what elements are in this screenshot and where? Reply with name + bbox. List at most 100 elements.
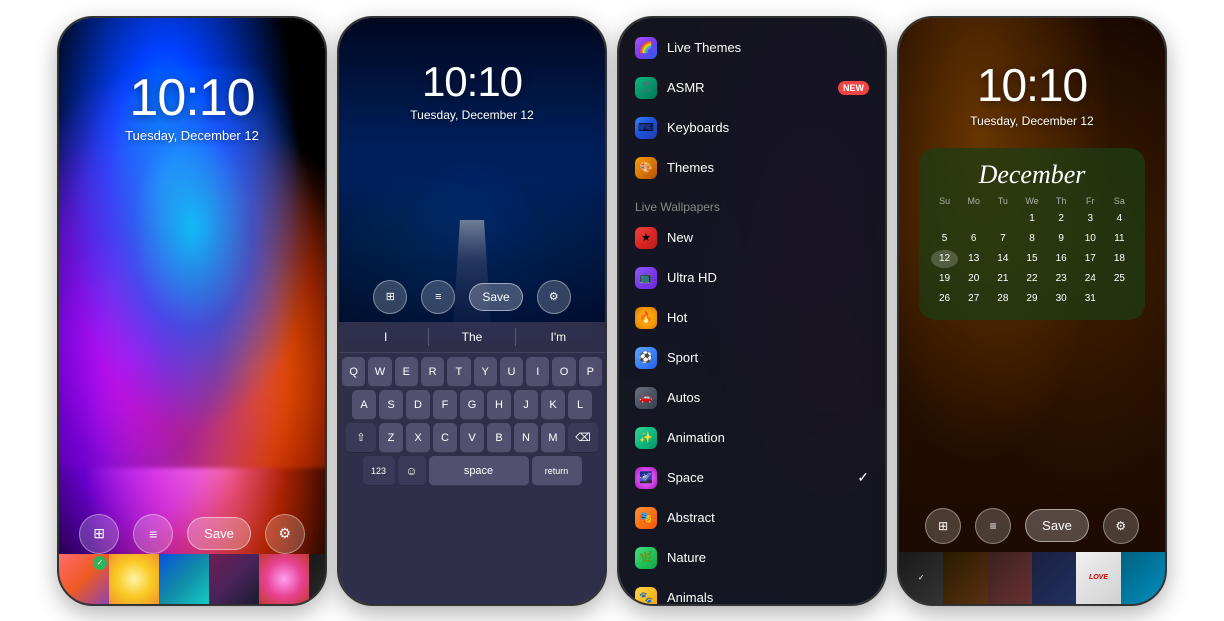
day-16[interactable]: 16 — [1048, 250, 1075, 268]
day-24[interactable]: 24 — [1077, 270, 1104, 288]
day-1[interactable]: 1 — [1018, 210, 1045, 228]
key-z[interactable]: Z — [379, 423, 403, 453]
day-19[interactable]: 19 — [931, 270, 958, 288]
day-7[interactable]: 7 — [989, 230, 1016, 248]
day-5[interactable]: 5 — [931, 230, 958, 248]
key-d[interactable]: D — [406, 390, 430, 420]
key-w[interactable]: W — [368, 357, 391, 387]
day-31[interactable]: 31 — [1077, 290, 1104, 308]
save-button-1[interactable]: Save — [187, 517, 251, 550]
key-a[interactable]: A — [352, 390, 376, 420]
s4-thumb-6[interactable] — [1121, 552, 1165, 604]
list-icon-2[interactable]: ≡ — [421, 280, 455, 314]
suggestion-1[interactable]: I — [343, 328, 428, 346]
grid-icon[interactable]: ⊞ — [79, 514, 119, 554]
gear-icon-4[interactable]: ⚙ — [1103, 508, 1139, 544]
day-18[interactable]: 18 — [1106, 250, 1133, 268]
key-123[interactable]: 123 — [363, 456, 395, 486]
key-m[interactable]: M — [541, 423, 565, 453]
menu-item-space[interactable]: 🌌 Space ✓ — [619, 458, 885, 498]
menu-item-ultrahd[interactable]: 📺 Ultra HD — [619, 258, 885, 298]
day-11[interactable]: 11 — [1106, 230, 1133, 248]
day-3[interactable]: 3 — [1077, 210, 1104, 228]
save-button-2[interactable]: Save — [469, 283, 522, 311]
key-h[interactable]: H — [487, 390, 511, 420]
day-23[interactable]: 23 — [1048, 270, 1075, 288]
list-icon-4[interactable]: ≡ — [975, 508, 1011, 544]
day-30[interactable]: 30 — [1048, 290, 1075, 308]
key-b[interactable]: B — [487, 423, 511, 453]
menu-item-nature[interactable]: 🌿 Nature — [619, 538, 885, 578]
menu-item-animals[interactable]: 🐾 Animals — [619, 578, 885, 606]
key-o[interactable]: O — [552, 357, 575, 387]
day-28[interactable]: 28 — [989, 290, 1016, 308]
grid-icon-2[interactable]: ⊞ — [373, 280, 407, 314]
thumbnail-1[interactable]: ✓ — [59, 554, 109, 604]
s4-thumb-4[interactable] — [1032, 552, 1076, 604]
menu-item-themes[interactable]: 🎨 Themes — [619, 148, 885, 188]
menu-item-animation[interactable]: ✨ Animation — [619, 418, 885, 458]
menu-item-hot[interactable]: 🔥 Hot — [619, 298, 885, 338]
day-20[interactable]: 20 — [960, 270, 987, 288]
key-t[interactable]: T — [447, 357, 470, 387]
key-k[interactable]: K — [541, 390, 565, 420]
menu-item-asmr[interactable]: 🎵 ASMR NEW — [619, 68, 885, 108]
key-g[interactable]: G — [460, 390, 484, 420]
day-2[interactable]: 2 — [1048, 210, 1075, 228]
day-13[interactable]: 13 — [960, 250, 987, 268]
key-shift[interactable]: ⇧ — [346, 423, 376, 453]
key-e[interactable]: E — [395, 357, 418, 387]
s4-thumb-5[interactable]: LOVE — [1076, 552, 1120, 604]
key-s[interactable]: S — [379, 390, 403, 420]
menu-item-new[interactable]: ★ New — [619, 218, 885, 258]
thumbnail-4[interactable] — [209, 554, 259, 604]
key-x[interactable]: X — [406, 423, 430, 453]
gear-icon-2[interactable]: ⚙ — [537, 280, 571, 314]
key-c[interactable]: C — [433, 423, 457, 453]
day-8[interactable]: 8 — [1018, 230, 1045, 248]
gear-icon[interactable]: ⚙ — [265, 514, 305, 554]
s4-thumb-3[interactable] — [988, 552, 1032, 604]
key-j[interactable]: J — [514, 390, 538, 420]
key-f[interactable]: F — [433, 390, 457, 420]
key-l[interactable]: L — [568, 390, 592, 420]
key-space[interactable]: space — [429, 456, 529, 486]
day-9[interactable]: 9 — [1048, 230, 1075, 248]
key-y[interactable]: Y — [474, 357, 497, 387]
save-button-4[interactable]: Save — [1025, 509, 1089, 542]
menu-item-live-themes[interactable]: 🌈 Live Themes — [619, 28, 885, 68]
day-17[interactable]: 17 — [1077, 250, 1104, 268]
day-15[interactable]: 15 — [1018, 250, 1045, 268]
day-12[interactable]: 12 — [931, 250, 958, 268]
s4-thumb-2[interactable] — [943, 552, 987, 604]
day-29[interactable]: 29 — [1018, 290, 1045, 308]
thumbnail-2[interactable] — [109, 554, 159, 604]
key-v[interactable]: V — [460, 423, 484, 453]
list-icon[interactable]: ≡ — [133, 514, 173, 554]
key-n[interactable]: N — [514, 423, 538, 453]
day-10[interactable]: 10 — [1077, 230, 1104, 248]
day-6[interactable]: 6 — [960, 230, 987, 248]
thumbnail-5[interactable] — [259, 554, 309, 604]
menu-item-sport[interactable]: ⚽ Sport — [619, 338, 885, 378]
s4-thumb-1[interactable]: ✓ — [899, 552, 943, 604]
grid-icon-4[interactable]: ⊞ — [925, 508, 961, 544]
key-p[interactable]: P — [579, 357, 602, 387]
day-21[interactable]: 21 — [989, 270, 1016, 288]
key-backspace[interactable]: ⌫ — [568, 423, 598, 453]
day-4[interactable]: 4 — [1106, 210, 1133, 228]
day-26[interactable]: 26 — [931, 290, 958, 308]
menu-item-abstract[interactable]: 🎭 Abstract — [619, 498, 885, 538]
menu-item-autos[interactable]: 🚗 Autos — [619, 378, 885, 418]
suggestion-3[interactable]: I'm — [516, 328, 601, 346]
day-14[interactable]: 14 — [989, 250, 1016, 268]
suggestion-2[interactable]: The — [429, 328, 514, 346]
day-22[interactable]: 22 — [1018, 270, 1045, 288]
day-25[interactable]: 25 — [1106, 270, 1133, 288]
thumbnail-3[interactable] — [159, 554, 209, 604]
day-27[interactable]: 27 — [960, 290, 987, 308]
key-u[interactable]: U — [500, 357, 523, 387]
key-return[interactable]: return — [532, 456, 582, 486]
menu-item-keyboards[interactable]: ⌨ Keyboards — [619, 108, 885, 148]
key-r[interactable]: R — [421, 357, 444, 387]
